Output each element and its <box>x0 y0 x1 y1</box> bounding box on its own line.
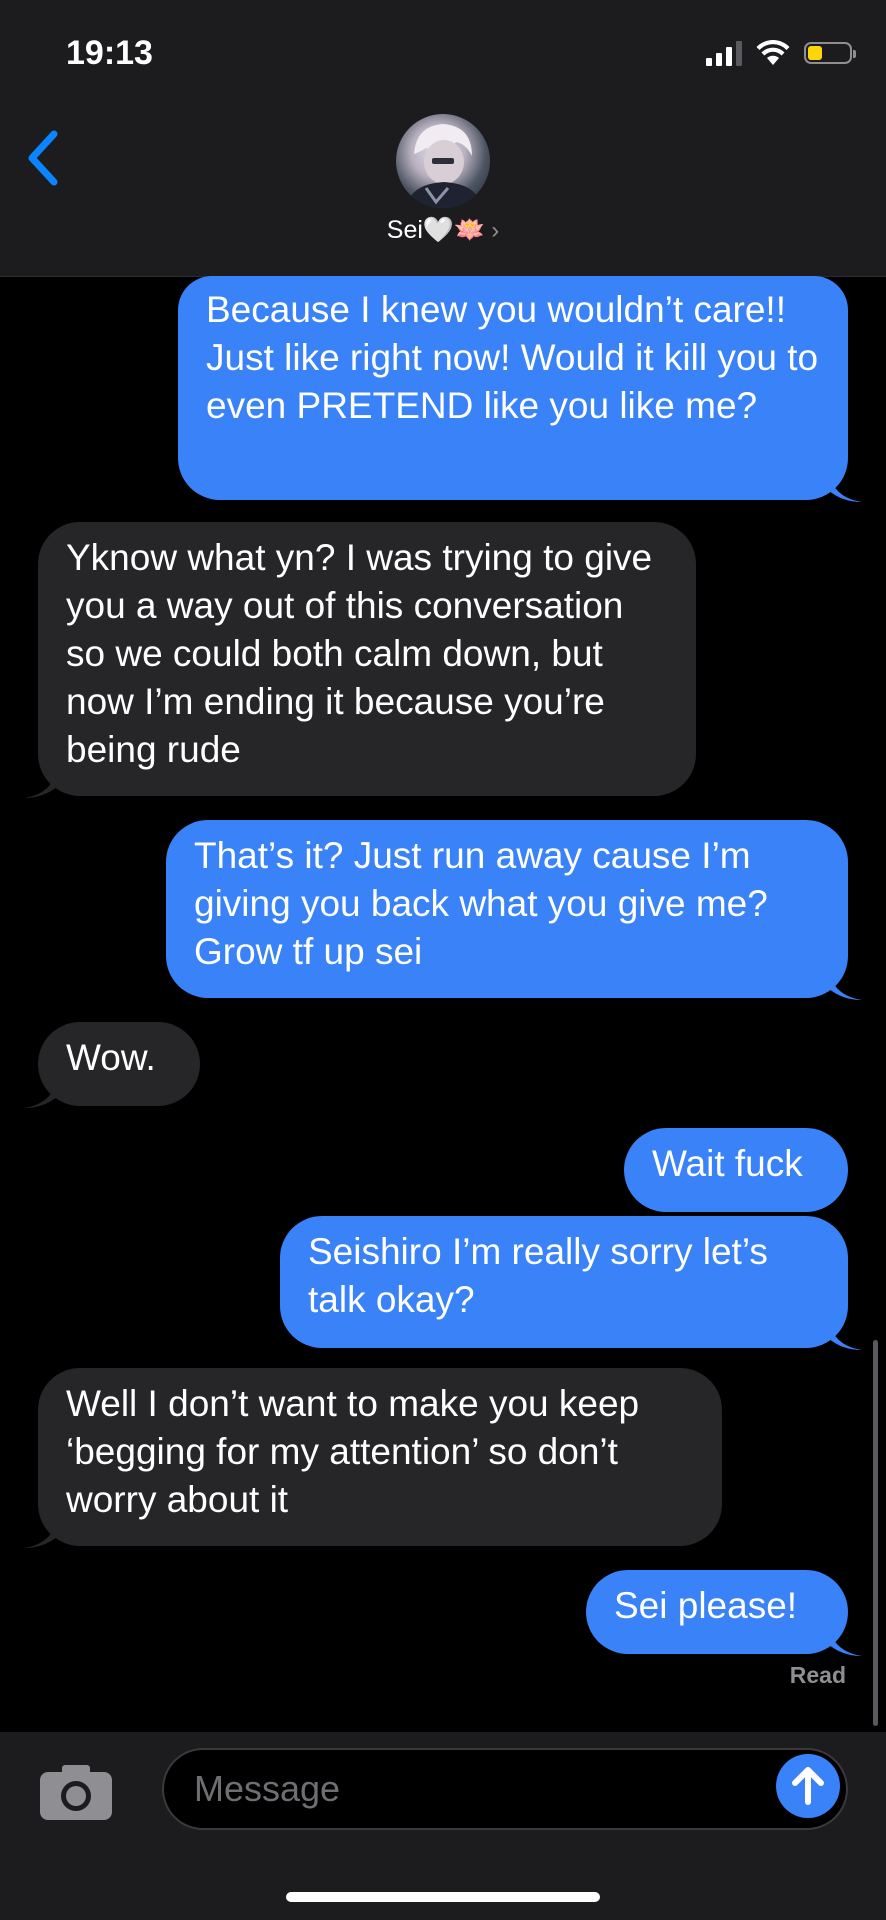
message-text: Seishiro I’m really sorry let’s talk oka… <box>308 1231 768 1320</box>
contact-avatar[interactable] <box>396 114 490 208</box>
conversation-header: Sei🤍🪷 › <box>0 110 886 277</box>
message-text: Sei please! <box>614 1585 798 1626</box>
contact-name: Sei🤍🪷 <box>386 216 486 244</box>
bubble-tail <box>828 472 862 502</box>
message-input[interactable] <box>162 1748 848 1830</box>
chevron-right-icon: › <box>491 217 500 244</box>
message-bubble-sent[interactable]: Wait fuck <box>624 1128 848 1212</box>
message-thread[interactable]: Because I knew you wouldn’t care!! Just … <box>0 276 886 1732</box>
scroll-indicator[interactable] <box>873 1340 878 1726</box>
home-indicator[interactable] <box>286 1892 600 1902</box>
message-text: Well I don’t want to make you keep ‘begg… <box>66 1383 640 1520</box>
battery-level <box>808 46 822 60</box>
message-bubble-sent[interactable]: Sei please! <box>586 1570 862 1656</box>
message-text: Wow. <box>66 1037 156 1078</box>
status-time: 19:13 <box>66 34 153 72</box>
battery-icon <box>804 42 856 64</box>
bubble-tail <box>24 1518 58 1548</box>
message-bubble-sent[interactable]: That’s it? Just run away cause I’m givin… <box>166 820 862 1000</box>
bubble-tail <box>24 1078 58 1108</box>
camera-button[interactable] <box>38 1762 114 1822</box>
camera-icon <box>40 1765 112 1820</box>
arrow-up-icon <box>792 1767 824 1805</box>
message-text: Because I knew you wouldn’t care!! Just … <box>206 289 819 426</box>
chevron-left-icon <box>28 130 58 186</box>
message-bubble-received[interactable]: Well I don’t want to make you keep ‘begg… <box>24 1368 722 1548</box>
message-text: That’s it? Just run away cause I’m givin… <box>194 835 768 972</box>
contact-name-button[interactable]: Sei🤍🪷 › <box>0 216 886 245</box>
send-button[interactable] <box>776 1754 840 1818</box>
message-text: Yknow what yn? I was trying to give you … <box>66 537 653 770</box>
message-bubble-sent[interactable]: Because I knew you wouldn’t care!! Just … <box>178 276 862 502</box>
read-receipt: Read <box>789 1662 846 1688</box>
message-bubble-received[interactable]: Yknow what yn? I was trying to give you … <box>24 522 696 798</box>
back-button[interactable] <box>24 128 74 194</box>
wifi-icon <box>756 40 790 65</box>
status-icons <box>706 40 856 66</box>
status-bar: 19:13 <box>0 0 886 110</box>
avatar-portrait-icon <box>406 124 482 208</box>
message-text: Wait fuck <box>652 1143 803 1184</box>
cellular-signal-icon <box>706 40 742 66</box>
bubble-tail <box>828 970 862 1000</box>
message-bubble-sent[interactable]: Seishiro I’m really sorry let’s talk oka… <box>280 1216 862 1350</box>
message-bubble-received[interactable]: Wow. <box>24 1022 200 1108</box>
bubble-tail <box>828 1626 862 1656</box>
bubble-tail <box>828 1320 862 1350</box>
bubble-tail <box>24 768 58 798</box>
